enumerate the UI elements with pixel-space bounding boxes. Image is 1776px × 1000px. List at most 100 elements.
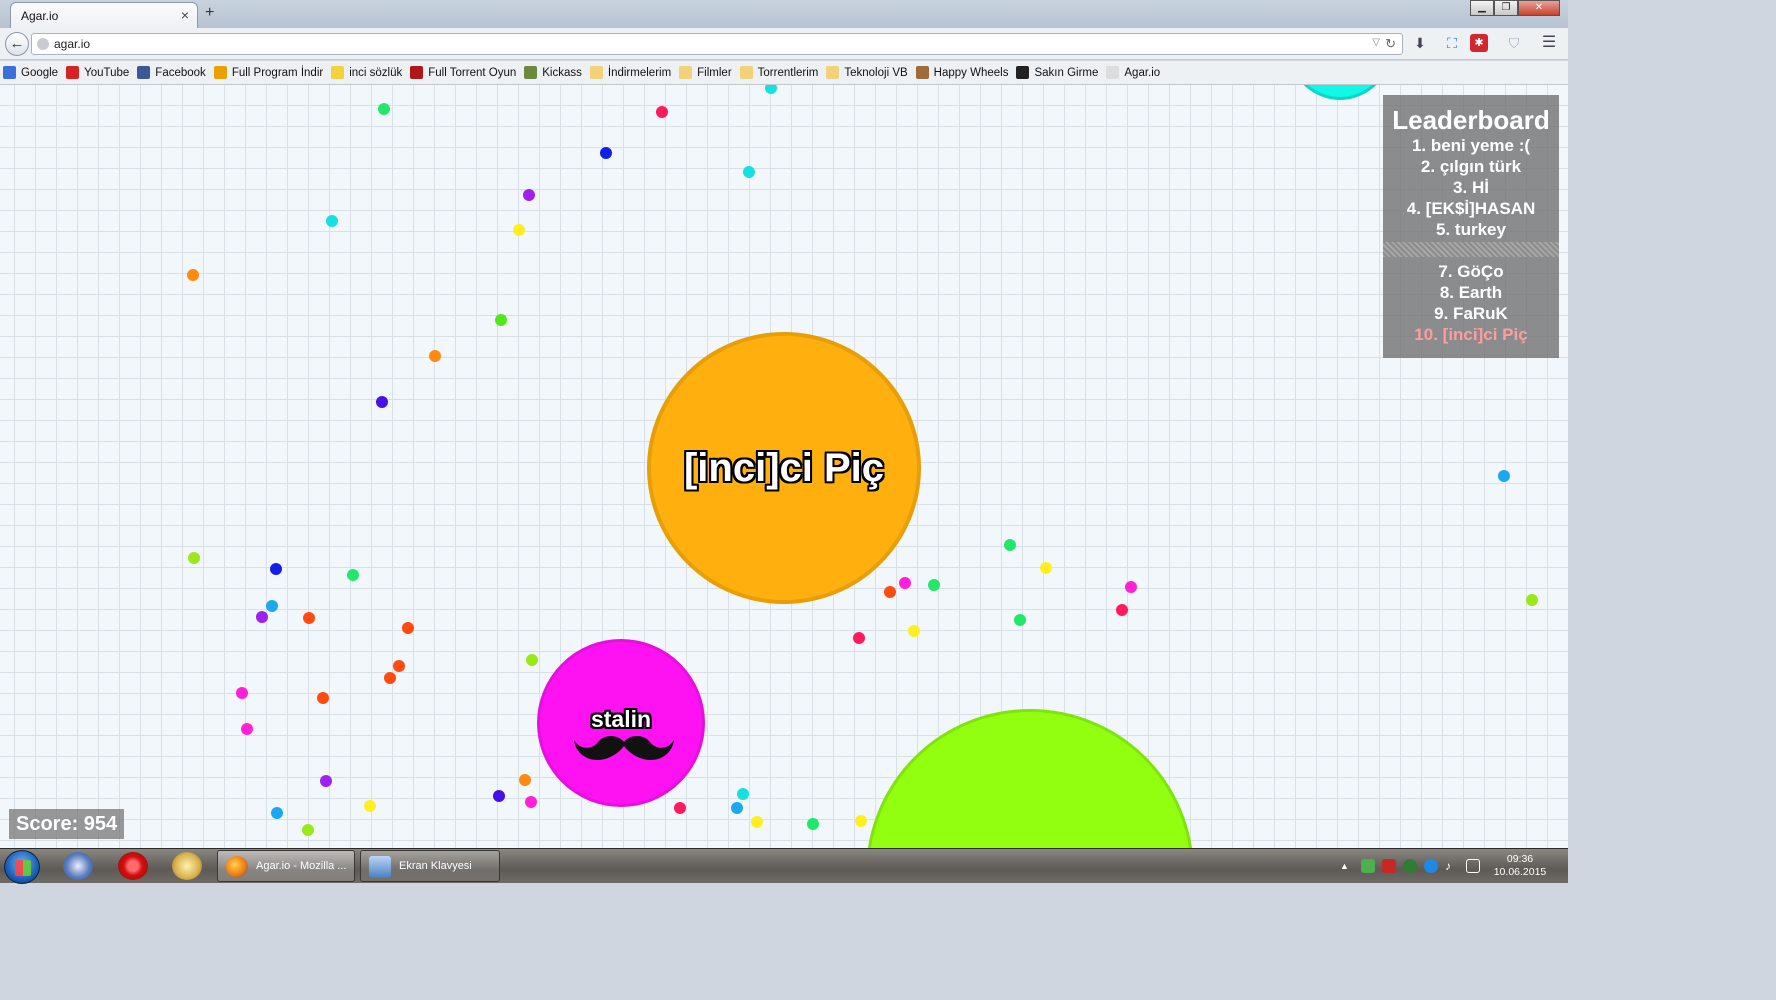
food-pellet <box>928 579 940 591</box>
bookmark-label: Teknoloji VB <box>844 66 908 79</box>
bookmarks-bar: Google YouTube Facebook Full Program İndir i… <box>0 61 1568 85</box>
bookmark-label: inci sözlük <box>349 66 403 79</box>
bookmark-favicon-icon <box>679 66 693 79</box>
food-pellet <box>347 569 359 581</box>
bookmark-label: Filmler <box>697 66 732 79</box>
player-cell: [inci]ci Piç <box>647 332 921 604</box>
bookmark-favicon-icon <box>331 66 345 79</box>
download-icon[interactable]: ⬇ <box>1411 34 1429 52</box>
navigation-bar: ← agar.io ▽ ↻ ⬇ ⛶ ✱ ⛉ ☰ <box>0 28 1568 60</box>
food-pellet <box>807 818 819 830</box>
food-pellet <box>513 224 525 236</box>
leaderboard-top-list: 1. beni yeme :( 2. çılgın türk 3. Hİ 4. … <box>1383 135 1559 240</box>
tray-utorrent-icon[interactable] <box>1403 859 1417 873</box>
opera-icon[interactable] <box>118 852 148 880</box>
food-pellet <box>236 687 248 699</box>
leaderboard: Leaderboard 1. beni yeme :( 2. çılgın tü… <box>1383 95 1559 358</box>
volume-icon[interactable]: ♪ <box>1445 859 1459 873</box>
leaderboard-title: Leaderboard <box>1392 105 1550 135</box>
tab-close-icon[interactable]: × <box>181 7 189 23</box>
tray-expand-icon[interactable]: ▲ <box>1340 859 1354 873</box>
food-pellet <box>393 660 405 672</box>
bookmark-label: Facebook <box>155 66 206 79</box>
food-pellet <box>855 815 867 827</box>
food-pellet <box>523 189 535 201</box>
game-canvas[interactable]: [inci]ci Piç stalin Leaderboard 1. beni … <box>0 85 1568 848</box>
bookmark-favicon-icon <box>915 66 929 79</box>
bookmark-label: Kickass <box>542 66 582 79</box>
food-pellet <box>1004 539 1016 551</box>
globe-icon <box>37 38 49 50</box>
bookmark-item[interactable]: Agar.io <box>1106 66 1160 79</box>
bookmark-favicon-icon <box>213 66 227 79</box>
addon-icon[interactable]: ✱ <box>1470 34 1488 52</box>
taskbar-item-firefox[interactable]: Agar.io - Mozilla ... <box>217 850 355 882</box>
network-icon[interactable] <box>1466 859 1480 873</box>
new-tab-button[interactable]: + <box>205 4 214 22</box>
bookmark-item[interactable]: İndirmelerim <box>589 66 671 79</box>
bookmark-favicon-icon <box>410 66 424 79</box>
bookmark-item[interactable]: Torrentlerim <box>739 66 818 79</box>
food-pellet <box>495 314 507 326</box>
bookmark-item[interactable]: Happy Wheels <box>915 66 1009 79</box>
cell-cyan <box>1285 85 1395 100</box>
food-pellet <box>326 215 338 227</box>
bookmark-favicon-icon <box>589 66 603 79</box>
bookmark-item[interactable]: Kickass <box>524 66 582 79</box>
bookmark-label: Full Torrent Oyun <box>428 66 517 79</box>
minimize-button[interactable]: ▁ <box>1470 0 1494 16</box>
close-window-button[interactable]: ✕ <box>1518 0 1560 16</box>
leaderboard-entry: 8. Earth <box>1439 283 1503 302</box>
leaderboard-entry: 2. çılgın türk <box>1420 157 1522 176</box>
bookmark-favicon-icon <box>1016 66 1030 79</box>
food-pellet <box>899 577 911 589</box>
bookmark-label: Happy Wheels <box>933 66 1009 79</box>
bookmark-item[interactable]: Facebook <box>137 66 206 79</box>
windows-taskbar: Agar.io - Mozilla ... Ekran Klavyesi ▲ ♪… <box>0 848 1568 884</box>
url-bar[interactable]: agar.io ▽ ↻ <box>31 33 1403 55</box>
tray-sync-icon[interactable] <box>1424 859 1438 873</box>
food-pellet <box>302 824 314 836</box>
start-button[interactable] <box>4 850 40 884</box>
bookmark-item[interactable]: Full Torrent Oyun <box>410 66 516 79</box>
leaderboard-separator <box>1383 242 1559 257</box>
food-pellet <box>376 396 388 408</box>
bookmark-item[interactable]: YouTube <box>66 66 129 79</box>
tab-agario[interactable]: Agar.io × <box>10 2 198 28</box>
taskbar-item-keyboard[interactable]: Ekran Klavyesi <box>360 850 500 882</box>
taskbar-clock[interactable]: 09:36 10.06.2015 <box>1490 853 1550 879</box>
utorrent-icon[interactable] <box>172 852 202 880</box>
bookmark-item[interactable]: inci sözlük <box>331 66 402 79</box>
score-display: Score: 954 <box>9 809 125 839</box>
tray-app-icon[interactable] <box>1382 859 1396 873</box>
back-button[interactable]: ← <box>5 32 29 56</box>
food-pellet <box>600 147 612 159</box>
bookmark-item[interactable]: Filmler <box>679 66 732 79</box>
menu-icon[interactable]: ☰ <box>1540 34 1558 52</box>
shield-icon[interactable]: ⛉ <box>1505 34 1523 52</box>
food-pellet <box>1125 581 1137 593</box>
food-pellet <box>765 85 777 94</box>
bookmark-item[interactable]: Teknoloji VB <box>826 66 908 79</box>
bookmark-label: YouTube <box>84 66 130 79</box>
tray-network-app-icon[interactable] <box>1361 859 1375 873</box>
translate-icon[interactable]: ⛶ <box>1443 34 1461 52</box>
bookmark-item[interactable]: Sakın Girme <box>1016 66 1098 79</box>
cell-green <box>866 709 1194 848</box>
maximize-button[interactable]: ❐ <box>1494 0 1518 16</box>
leaderboard-entry-self: 10. [inci]ci Piç <box>1414 325 1528 344</box>
bookmark-label: Agar.io <box>1124 66 1161 79</box>
enemy-cell-stalin: stalin <box>537 639 705 807</box>
food-pellet <box>188 552 200 564</box>
player-cell-name: [inci]ci Piç <box>683 445 885 490</box>
url-dropdown-icon[interactable]: ▽ <box>1372 37 1380 48</box>
bookmark-item[interactable]: Full Program İndir <box>213 66 323 79</box>
bookmark-item[interactable]: Google <box>3 66 58 79</box>
food-pellet <box>271 807 283 819</box>
taskbar-item-label: Ekran Klavyesi <box>399 860 472 872</box>
ie-icon[interactable] <box>63 852 93 880</box>
food-pellet <box>1498 470 1510 482</box>
mustache-icon <box>574 736 674 760</box>
reload-icon[interactable]: ↻ <box>1385 36 1396 52</box>
tab-title: Agar.io <box>21 9 59 23</box>
